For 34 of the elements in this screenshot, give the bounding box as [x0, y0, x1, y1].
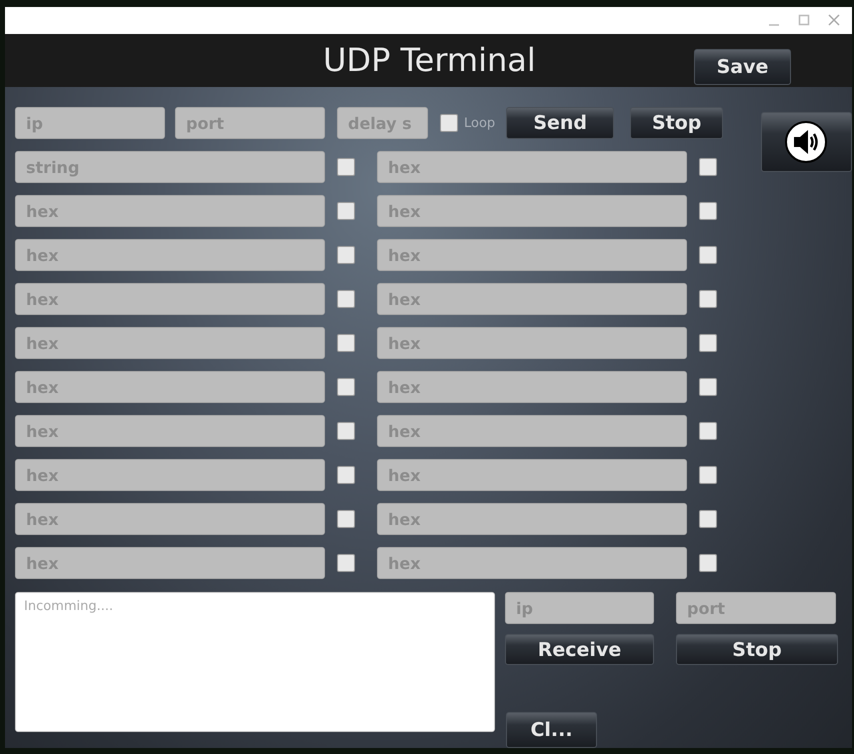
- checkbox[interactable]: [699, 554, 717, 572]
- checkbox[interactable]: [337, 554, 355, 572]
- checkbox[interactable]: [699, 378, 717, 396]
- checkbox[interactable]: [337, 510, 355, 528]
- save-button[interactable]: Save: [694, 48, 791, 85]
- checkbox[interactable]: [699, 334, 717, 352]
- maximize-icon[interactable]: [798, 14, 810, 26]
- checkbox[interactable]: [337, 202, 355, 220]
- loop-label: Loop: [464, 116, 496, 130]
- checkbox[interactable]: [440, 114, 458, 132]
- clear-button[interactable]: Cl...: [506, 712, 597, 748]
- checkbox[interactable]: [699, 466, 717, 484]
- speaker-button[interactable]: [760, 112, 852, 172]
- checkbox[interactable]: [699, 422, 717, 440]
- checkbox[interactable]: [699, 246, 717, 264]
- checkbox[interactable]: [699, 158, 717, 176]
- incoming-log[interactable]: Incomming....: [15, 592, 495, 732]
- checkbox[interactable]: [337, 246, 355, 264]
- checkbox[interactable]: [337, 290, 355, 308]
- checkbox[interactable]: [699, 510, 717, 528]
- receive-button[interactable]: Receive: [505, 634, 654, 665]
- speaker-icon: [784, 120, 828, 164]
- checkbox[interactable]: [337, 334, 355, 352]
- checkbox[interactable]: [699, 290, 717, 308]
- checkbox[interactable]: [337, 466, 355, 484]
- close-icon[interactable]: [828, 14, 840, 26]
- checkbox[interactable]: [699, 202, 717, 220]
- checkbox[interactable]: [337, 422, 355, 440]
- checkbox[interactable]: [337, 378, 355, 396]
- stop-button[interactable]: Stop: [630, 107, 724, 139]
- send-button[interactable]: Send: [506, 107, 614, 139]
- app-title: UDP Terminal: [323, 41, 536, 80]
- checkbox[interactable]: [337, 158, 355, 176]
- stop-button[interactable]: Stop: [676, 634, 838, 665]
